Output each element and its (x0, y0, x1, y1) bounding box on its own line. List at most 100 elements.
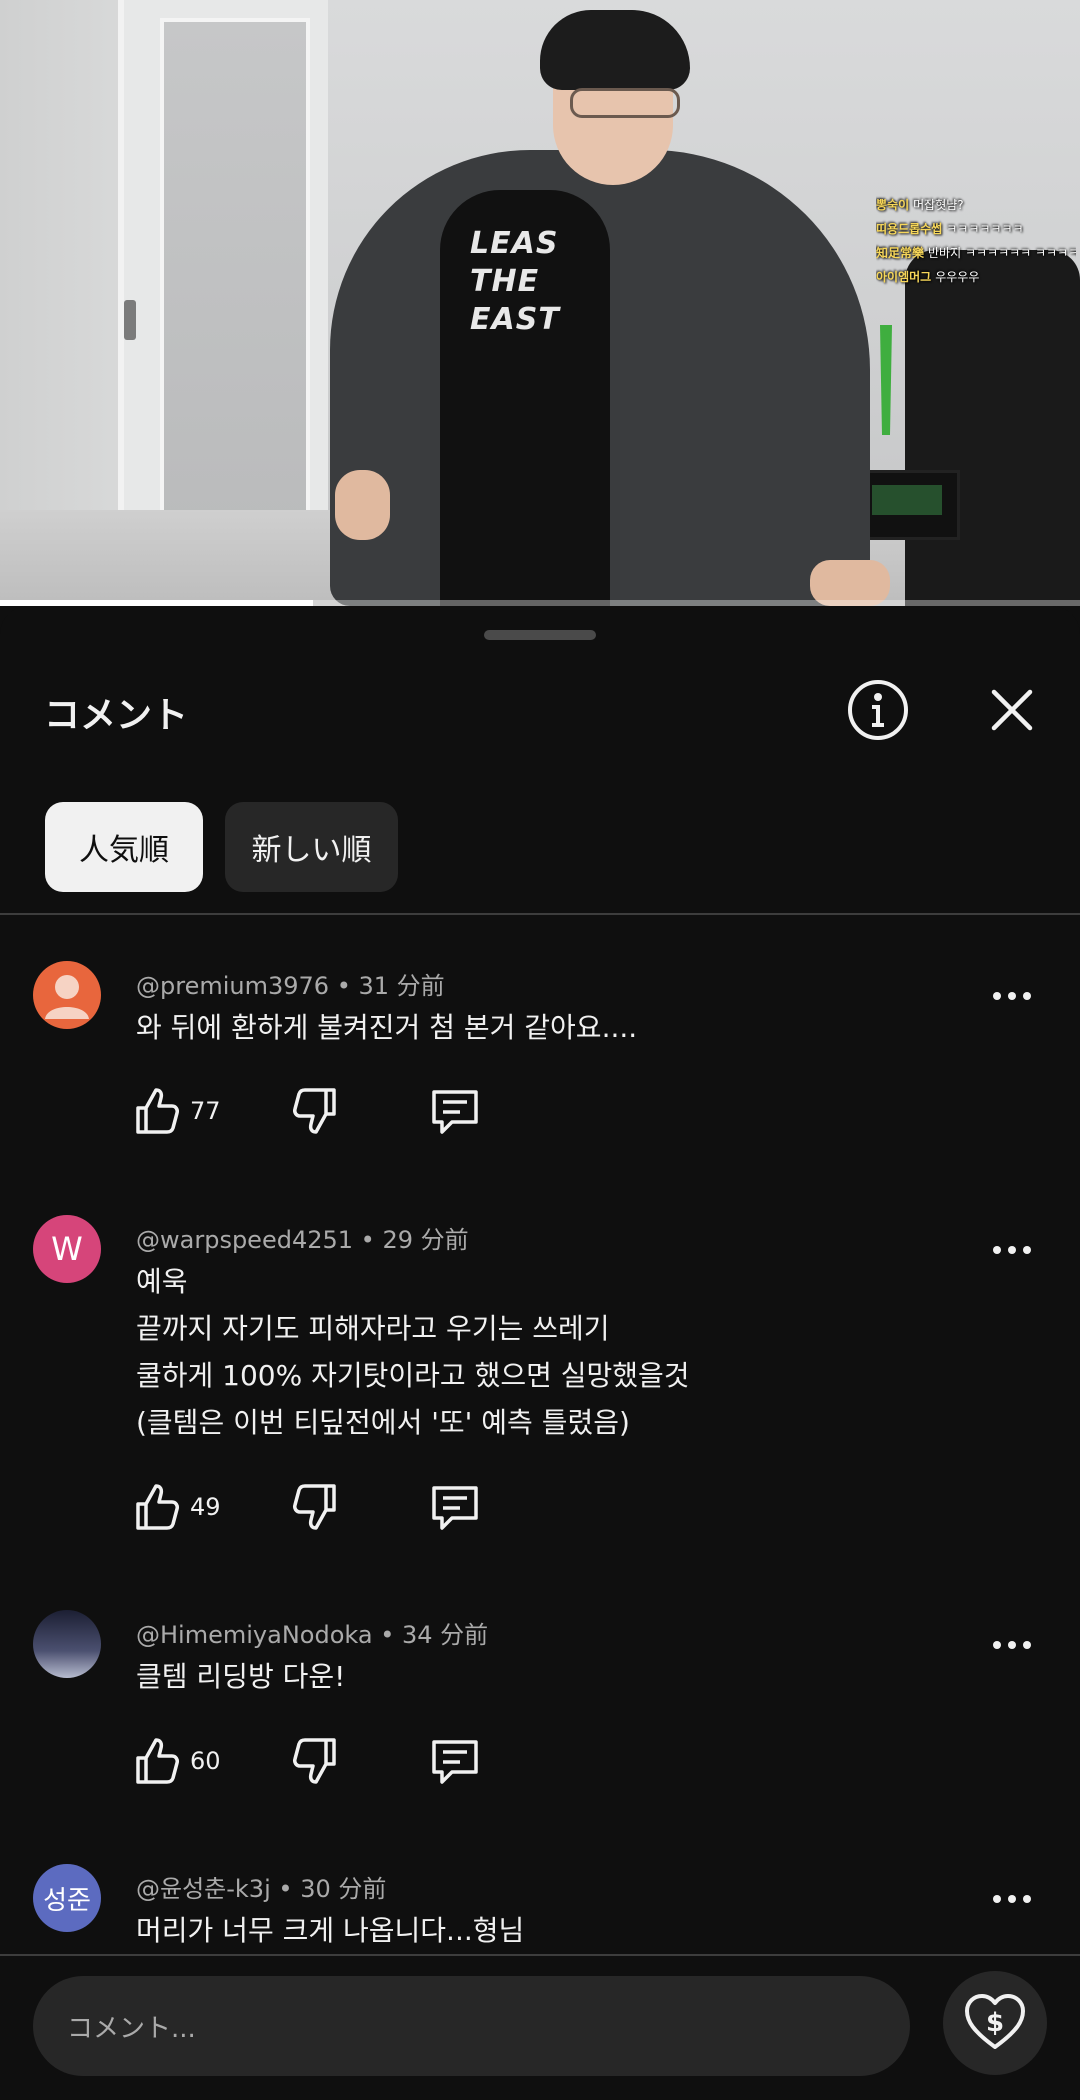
more-options-button[interactable] (982, 1625, 1042, 1665)
reply-button[interactable] (430, 1482, 480, 1536)
comment-author[interactable]: @HimemiyaNodoka (136, 1621, 373, 1649)
shirt-print-line: THE (470, 264, 540, 299)
comment-author[interactable]: @warpspeed4251 (136, 1226, 353, 1254)
more-options-button[interactable] (982, 1230, 1042, 1270)
chat-line: 띠용드롭수썹 ㅋㅋㅋㅋㅋㅋㅋ (876, 217, 1076, 241)
comment-line: 클템 리딩방 다운! (136, 1660, 346, 1693)
drag-handle[interactable] (484, 630, 596, 640)
video-door-handle (124, 300, 136, 340)
shirt-print-line: EAST (470, 302, 560, 337)
comment-actions: 49 (134, 1482, 494, 1542)
comment-composer: コメント... $ (0, 1954, 1080, 2100)
avatar-letter: W (51, 1230, 83, 1268)
svg-text:$: $ (986, 2008, 1004, 2038)
comment-text: 와 뒤에 환하게 불켜진거 첨 본거 같아요.... (136, 1004, 637, 1051)
avatar[interactable]: W (33, 1215, 101, 1283)
comment-time: 31 分前 (358, 972, 445, 1000)
like-count: 60 (190, 1747, 221, 1775)
comment-author[interactable]: @premium3976 (136, 972, 329, 1000)
chat-line: 知足常樂 반바지 ㅋㅋㅋㅋㅋㅋ ㅋㅋㅋㅋㅋ (876, 241, 1076, 265)
comment-time: 29 分前 (382, 1226, 469, 1254)
comments-sheet: コメント 人気順 新しい順 @premium3976 • 31 分前 와 뒤에 … (0, 606, 1080, 2100)
thumbs-up-icon (136, 1484, 179, 1530)
meta-separator: • (278, 1875, 301, 1903)
chat-user: 아이엠머그 (876, 270, 932, 284)
chat-message: 우우우우 (935, 270, 980, 284)
video-person-hair (540, 10, 690, 90)
meta-separator: • (380, 1621, 402, 1649)
dislike-button[interactable] (292, 1482, 338, 1536)
shirt-print-line: LEAS (470, 226, 559, 261)
like-button[interactable]: 60 (134, 1736, 221, 1786)
chat-message: 반바지 ㅋㅋㅋㅋㅋㅋ ㅋㅋㅋㅋㅋ (928, 246, 1076, 260)
thumbs-down-icon (293, 1088, 336, 1134)
info-button[interactable] (838, 670, 918, 750)
reply-comment-icon (432, 1740, 478, 1784)
like-button[interactable]: 77 (134, 1086, 221, 1136)
thumbs-down-icon (293, 1484, 336, 1530)
chat-user: 뽕숙이 (876, 198, 910, 212)
divider (0, 913, 1080, 915)
more-options-button[interactable] (982, 976, 1042, 1016)
comment-line: 끝까지 자기도 피해자라고 우기는 쓰레기 (136, 1312, 610, 1345)
video-person-glasses (570, 88, 680, 118)
comment-meta: @premium3976 • 31 分前 (136, 966, 445, 1001)
comment-meta: @HimemiyaNodoka • 34 分前 (136, 1615, 488, 1650)
thumbs-up-icon (136, 1738, 179, 1784)
comment-line: 와 뒤에 환하게 불켜진거 첨 본거 같아요.... (136, 1011, 638, 1044)
close-button[interactable] (972, 670, 1052, 750)
meta-separator: • (360, 1226, 383, 1254)
shirt-print: LEAS THE EAST (470, 225, 580, 339)
video-monitor-glow (872, 485, 942, 515)
video-person-hand (335, 470, 390, 540)
comment-meta: @warpspeed4251 • 29 分前 (136, 1220, 469, 1255)
reply-comment-icon (432, 1090, 478, 1134)
comment-line: (클템은 이번 티딮전에서 '또' 예측 틀렸음) (136, 1406, 630, 1439)
reply-comment-icon (432, 1486, 478, 1530)
comment-input[interactable]: コメント... (33, 1976, 910, 2076)
avatar[interactable]: 성준 (33, 1864, 101, 1932)
dislike-button[interactable] (292, 1086, 338, 1140)
video-chair (905, 250, 1080, 606)
default-avatar-icon (45, 975, 89, 1019)
comment-time: 30 分前 (300, 1875, 387, 1903)
avatar-letter: 성준 (43, 1885, 91, 1916)
like-button[interactable]: 49 (134, 1482, 221, 1532)
like-count: 77 (190, 1097, 221, 1125)
meta-separator: • (336, 972, 359, 1000)
avatar[interactable] (33, 961, 101, 1029)
sort-chip-newest[interactable]: 新しい順 (225, 802, 398, 892)
avatar[interactable] (33, 1610, 101, 1678)
video-player[interactable]: LEAS THE EAST 뽕숙이 머잡혓냠? 띠용드롭수썹 ㅋㅋㅋㅋㅋㅋㅋ 知足常… (0, 0, 1080, 606)
chat-line: 뽕숙이 머잡혓냠? (876, 193, 1076, 217)
comment-line: 예욱 (136, 1265, 188, 1298)
chat-message: ㅋㅋㅋㅋㅋㅋㅋ (946, 222, 1024, 236)
comment-line: 머리가 너무 크게 나옵니다...형님 (136, 1914, 525, 1947)
thumbs-up-icon (136, 1088, 179, 1134)
thumbs-down-icon (293, 1738, 336, 1784)
chat-line: 아이엠머그 우우우우 (876, 265, 1076, 289)
chat-message: 머잡혓냠? (913, 198, 964, 212)
chat-user: 띠용드롭수썹 (876, 222, 943, 236)
heart-dollar-icon: $ (965, 1994, 1025, 2049)
comment-actions: 77 (134, 1086, 494, 1146)
more-options-button[interactable] (982, 1879, 1042, 1919)
super-thanks-button[interactable]: $ (943, 1971, 1047, 2075)
close-icon (991, 689, 1033, 731)
reply-button[interactable] (430, 1736, 480, 1790)
comment-actions: 60 (134, 1736, 494, 1796)
chat-user: 知足常樂 (876, 246, 925, 260)
dislike-button[interactable] (292, 1736, 338, 1790)
comment-text: 머리가 너무 크게 나옵니다...형님 (136, 1907, 524, 1954)
info-icon (848, 680, 908, 740)
more-vert-icon (993, 1895, 1031, 1903)
comment-text: 클템 리딩방 다운! (136, 1653, 345, 1700)
reply-button[interactable] (430, 1086, 480, 1140)
comment-line: 쿨하게 100% 자기탓이라고 했으면 실망했을것 (136, 1359, 690, 1392)
comment-author[interactable]: @윤성춘-k3j (136, 1875, 271, 1903)
sort-chip-top[interactable]: 人気順 (45, 802, 203, 892)
sheet-title: コメント (44, 695, 189, 736)
more-vert-icon (993, 1641, 1031, 1649)
more-vert-icon (993, 1246, 1031, 1254)
comment-time: 34 分前 (402, 1621, 489, 1649)
